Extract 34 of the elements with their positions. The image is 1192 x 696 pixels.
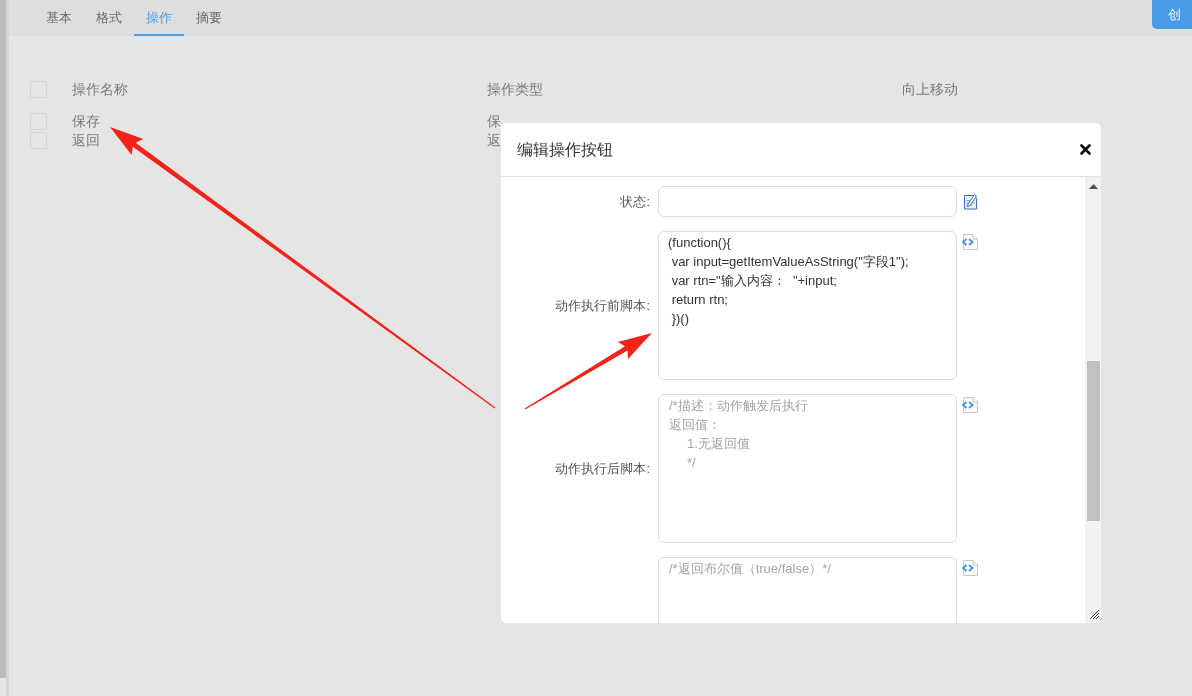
- column-header: 向上移动: [902, 80, 958, 99]
- script-field[interactable]: /*返回布尔值（true/false）*/: [658, 557, 957, 623]
- close-icon: [1080, 144, 1091, 155]
- placeholder-line: */: [686, 454, 696, 472]
- placeholder-line: /*返回布尔值（true/false）*/: [669, 560, 831, 578]
- placeholder-line: /*描述：动作触发后执行: [669, 397, 808, 415]
- placeholder-line: 1.无返回值: [686, 435, 750, 453]
- status-input[interactable]: [658, 186, 957, 217]
- table-cell-text: 返回: [72, 131, 100, 150]
- table-cell-text: 保: [487, 112, 501, 131]
- column-header: 操作类型: [487, 80, 543, 99]
- column-header: 操作名称: [72, 80, 128, 99]
- code-file-icon[interactable]: [962, 560, 978, 576]
- code-file-icon[interactable]: [962, 234, 978, 250]
- placeholder-line: 返回值：: [669, 416, 721, 434]
- table-cell-text: 保存: [72, 112, 100, 131]
- field-label: 动作执行前脚本:: [555, 296, 650, 315]
- scroll-up-icon[interactable]: [1088, 184, 1098, 189]
- notepad-edit-icon[interactable]: [963, 193, 978, 210]
- tab[interactable]: 基本: [34, 0, 84, 36]
- field-label: 状态:: [620, 192, 650, 211]
- script-field[interactable]: (function(){ var input=getItemValueAsString("字段1"); var rtn="输入内容： "+input; return rtn; })(): [658, 231, 957, 380]
- dialog-title: 编辑操作按钮: [517, 139, 613, 160]
- field-label: 动作执行后脚本:: [555, 459, 650, 478]
- tab[interactable]: 操作: [134, 0, 184, 36]
- tab[interactable]: 格式: [84, 0, 134, 36]
- code-file-icon[interactable]: [962, 397, 978, 413]
- scrollbar-thumb[interactable]: [1086, 361, 1100, 521]
- tab[interactable]: 摘要: [184, 0, 234, 36]
- create-button[interactable]: 创: [1152, 0, 1192, 29]
- close-button[interactable]: [1079, 143, 1092, 156]
- resize-grip-icon[interactable]: [1088, 609, 1100, 620]
- script-field[interactable]: /*描述：动作触发后执行 返回值： 1.无返回值 */: [658, 394, 957, 543]
- table-cell-text: 返: [487, 131, 501, 150]
